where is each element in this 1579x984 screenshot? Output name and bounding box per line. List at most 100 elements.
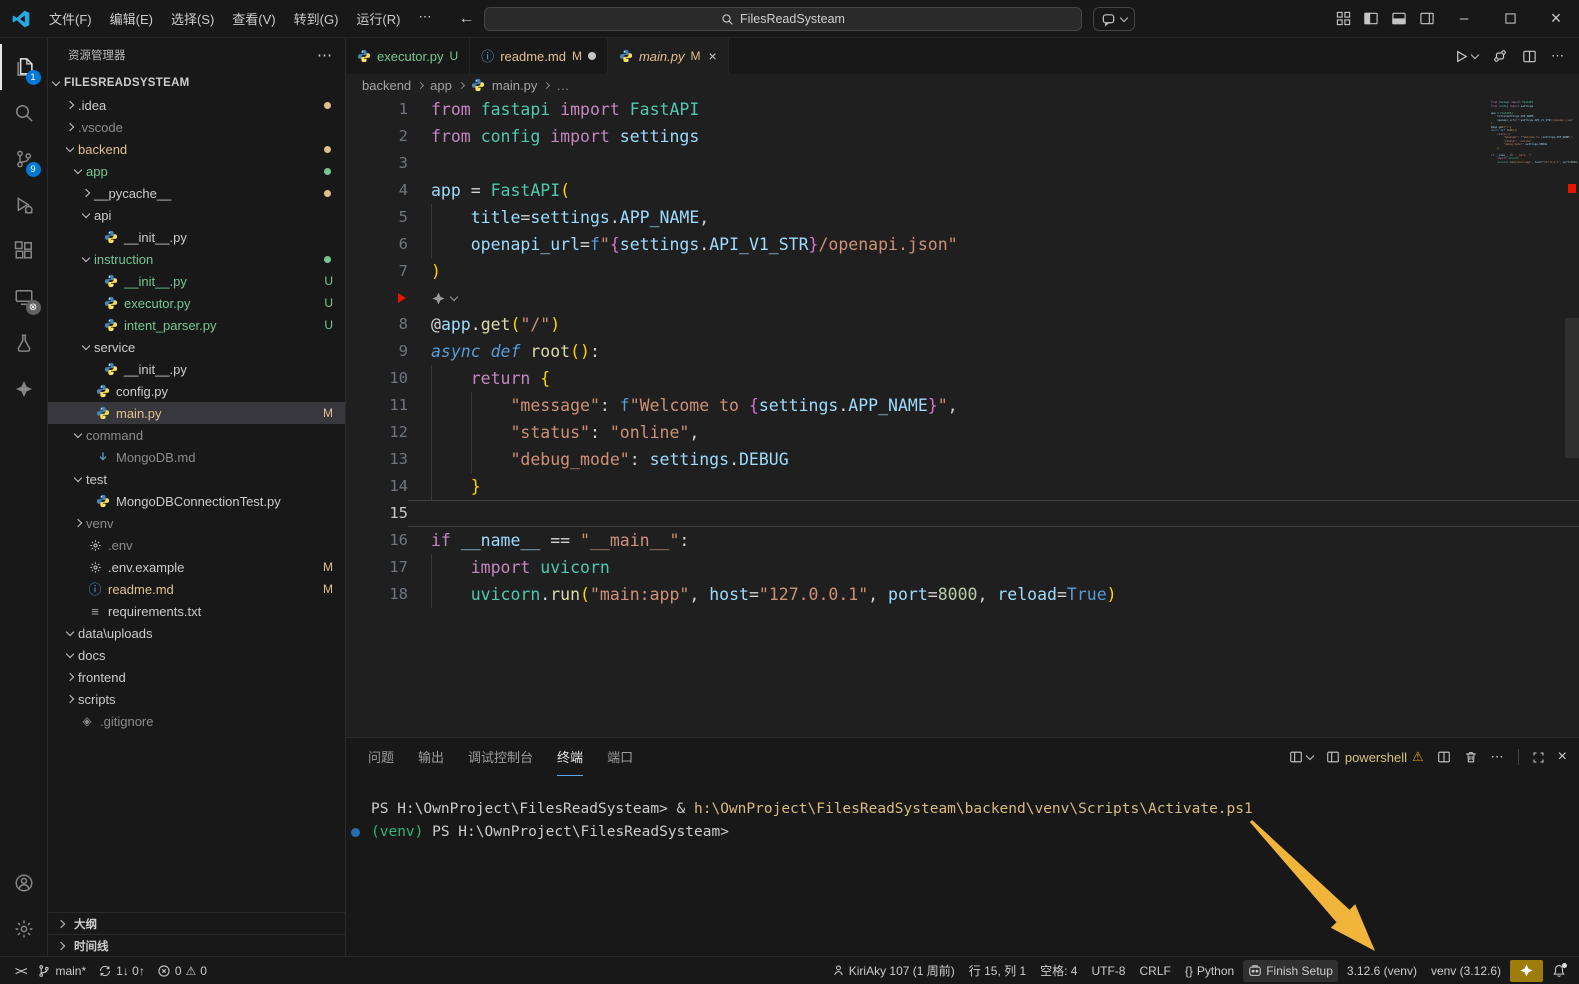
statusbar-notifications[interactable] [1547,960,1571,982]
maximize-button[interactable] [1487,0,1533,37]
code-line-15[interactable]: 15 [346,500,1579,527]
explorer-more-actions-icon[interactable]: ⋯ [317,46,333,64]
tree-item-__init__.py[interactable]: __init__.pyU [48,270,345,292]
panel-tab-调试控制台[interactable]: 调试控制台 [468,738,533,776]
editor-tab-main.py[interactable]: main.pyM× [608,38,729,74]
tree-item-__init__.py[interactable]: __init__.py [48,226,345,248]
toggle-secondary-sidebar-icon[interactable] [1413,11,1441,26]
terminal-more-actions-icon[interactable]: ⋯ [1491,749,1505,765]
code-line-1[interactable]: 1from fastapi import FastAPI [346,96,1579,123]
statusbar-language[interactable]: {}Python [1180,960,1239,982]
activitybar-remote-explorer[interactable]: ⊗ [0,274,48,320]
tree-item-executor.py[interactable]: executor.pyU [48,292,345,314]
tree-item-requirements.txt[interactable]: ≡requirements.txt [48,600,345,622]
code-line-18[interactable]: 18 uvicorn.run("main:app", host="127.0.0… [346,581,1579,608]
activitybar-search[interactable] [0,90,48,136]
editor-more-actions-icon[interactable]: ⋯ [1551,48,1565,64]
tree-item-frontend[interactable]: frontend [48,666,345,688]
tree-item-.gitignore[interactable]: ◈.gitignore [48,710,345,732]
statusbar-indentation[interactable]: 空格: 4 [1035,960,1082,982]
tree-item-.vscode[interactable]: .vscode [48,116,345,138]
panel-tab-终端[interactable]: 终端 [557,738,583,776]
tree-item-scripts[interactable]: scripts [48,688,345,710]
code-line-13[interactable]: 13 "debug_mode": settings.DEBUG [346,446,1579,473]
tree-item-service[interactable]: service [48,336,345,358]
customize-layout-icon[interactable] [1329,11,1357,26]
tree-item-__init__.py[interactable]: __init__.py [48,358,345,380]
activitybar-testing[interactable] [0,320,48,366]
menu-item-4[interactable]: 转到(G) [285,5,348,32]
statusbar-ai-badge[interactable] [1510,960,1543,982]
tree-item-.idea[interactable]: .idea [48,94,345,116]
code-line-17[interactable]: 17 import uvicorn [346,554,1579,581]
editor-tab-executor.py[interactable]: executor.pyU [346,38,470,74]
tree-item-test[interactable]: test [48,468,345,490]
tree-item-venv[interactable]: venv [48,512,345,534]
statusbar-problems[interactable]: 0 ⚠ 0 [152,960,212,982]
tree-item-.env.example[interactable]: .env.exampleM [48,556,345,578]
back-arrow-icon[interactable]: ← [458,10,474,28]
activitybar-explorer[interactable]: 1 [0,44,48,90]
statusbar-branch[interactable]: main* [32,960,91,982]
terminal-output[interactable]: PS H:\OwnProject\FilesReadSysteam> & h:\… [346,776,1579,844]
statusbar-cursor-position[interactable]: 行 15, 列 1 [964,960,1031,982]
tree-root[interactable]: FILESREADSYSTEAM [48,72,345,94]
open-changes-icon[interactable] [1492,48,1508,64]
tree-item-.env[interactable]: .env [48,534,345,556]
activitybar-extensions[interactable] [0,228,48,274]
code-line-10[interactable]: 10 return { [346,365,1579,392]
command-center-search[interactable]: FilesReadSysteam [484,7,1082,31]
toggle-panel-icon[interactable] [1385,11,1413,26]
terminal-launch-profile-icon[interactable] [1289,750,1313,764]
tree-item-datauploads[interactable]: data\uploads [48,622,345,644]
tree-item-docs[interactable]: docs [48,644,345,666]
close-tab-icon[interactable]: × [708,48,716,64]
code-line-14[interactable]: 14 } [346,473,1579,500]
statusbar-eol[interactable]: CRLF [1134,960,1175,982]
menu-item-0[interactable]: 文件(F) [40,5,101,32]
tree-item-api[interactable]: api [48,204,345,226]
menu-item-5[interactable]: 运行(R) [347,5,409,32]
tree-item-command[interactable]: command [48,424,345,446]
close-panel-icon[interactable]: × [1558,748,1567,766]
statusbar-venv[interactable]: venv (3.12.6) [1426,960,1506,982]
code-line-6[interactable]: 6 openapi_url=f"{settings.API_V1_STR}/op… [346,231,1579,258]
tree-item-main.py[interactable]: main.pyM [48,402,345,424]
code-editor[interactable]: 1from fastapi import FastAPI2from config… [346,96,1579,737]
menu-item-6[interactable]: ⋯ [409,5,440,32]
split-terminal-icon[interactable] [1437,750,1451,764]
code-line-8[interactable]: 8@app.get("/") [346,311,1579,338]
code-line-11[interactable]: 11 "message": f"Welcome to {settings.APP… [346,392,1579,419]
breadcrumb-item-main.py[interactable]: main.py [492,78,538,93]
editor-scrollbar[interactable] [1565,318,1579,458]
code-line-4[interactable]: 4app = FastAPI( [346,177,1579,204]
statusbar-finish-setup[interactable]: Finish Setup [1243,960,1338,982]
kill-terminal-icon[interactable] [1464,750,1478,764]
split-editor-icon[interactable] [1522,49,1537,64]
tree-item-__pycache__[interactable]: __pycache__ [48,182,345,204]
close-button[interactable]: × [1533,0,1579,37]
breadcrumb-item-app[interactable]: app [430,78,452,93]
statusbar-sync[interactable]: 1↓ 0↑ [93,960,150,982]
code-line-12[interactable]: 12 "status": "online", [346,419,1579,446]
activitybar-ai-assistant[interactable] [0,366,48,412]
command-decoration-dot[interactable] [351,828,360,837]
tree-item-intent_parser.py[interactable]: intent_parser.pyU [48,314,345,336]
copilot-menu[interactable] [1093,7,1135,31]
panel-tab-输出[interactable]: 输出 [418,738,444,776]
tree-item-MongoDBConnectionTest.py[interactable]: MongoDBConnectionTest.py [48,490,345,512]
activitybar-account[interactable] [0,860,48,906]
tree-item-config.py[interactable]: config.py [48,380,345,402]
sidebar-section-1[interactable]: 时间线 [48,934,345,956]
breadcrumb-item-backend[interactable]: backend [362,78,411,93]
toggle-sidebar-icon[interactable] [1357,11,1385,26]
menu-item-1[interactable]: 编辑(E) [101,5,162,32]
sidebar-section-0[interactable]: 大纲 [48,912,345,934]
menu-item-2[interactable]: 选择(S) [162,5,223,32]
statusbar-blame[interactable]: KiriAky 107 (1 周前) [827,960,960,982]
inline-ai-widget[interactable] [346,285,1579,311]
maximize-panel-icon[interactable] [1532,751,1545,764]
code-line-7[interactable]: 7) [346,258,1579,285]
breadcrumb-symbols[interactable]: … [556,78,569,93]
activitybar-run-debug[interactable] [0,182,48,228]
